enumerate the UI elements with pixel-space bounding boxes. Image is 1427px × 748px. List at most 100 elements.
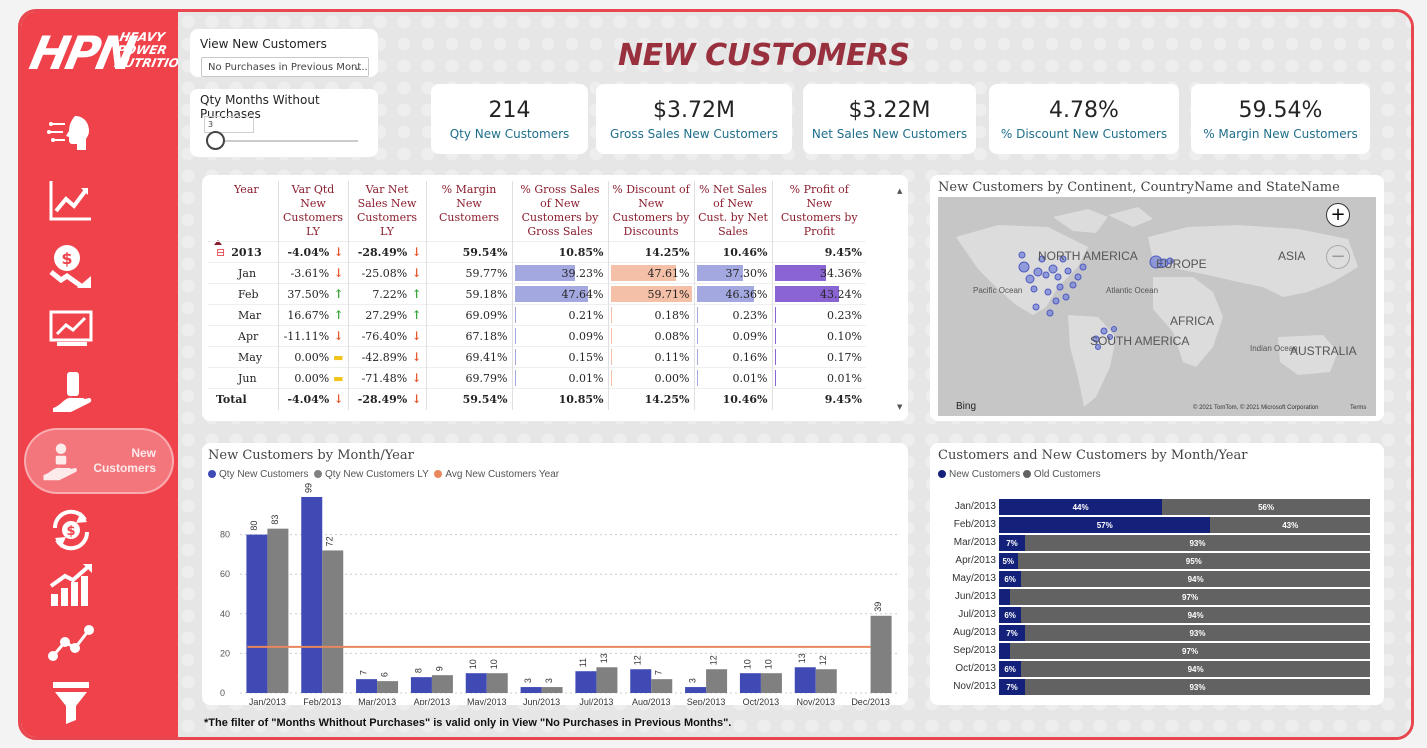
arrow-down-icon: ↓ bbox=[329, 266, 344, 280]
matrix-row[interactable]: Jun 0.00% ▬ -71.48% ↓ 69.79% 0.01% 0.00% 0.01%… bbox=[208, 367, 866, 389]
nav-growth-icon[interactable] bbox=[29, 560, 169, 612]
nav-new-customers-label: New Customers bbox=[93, 446, 156, 475]
stacked-bar[interactable]: 57% 43% bbox=[999, 517, 1370, 533]
stacked-bar[interactable]: 6% 94% bbox=[999, 571, 1370, 587]
nav-products-icon[interactable] bbox=[29, 366, 169, 418]
matrix-row[interactable]: Mar 16.67% ↑ 27.29% ↑ 69.09% 0.21% 0.18% 0.23%… bbox=[208, 304, 866, 326]
bar[interactable] bbox=[794, 667, 816, 693]
bar-segment-new[interactable]: 7% bbox=[999, 679, 1025, 695]
bar-segment-old[interactable]: 93% bbox=[1024, 625, 1370, 641]
bar-segment-old[interactable]: 94% bbox=[1021, 571, 1370, 587]
bar[interactable] bbox=[630, 669, 652, 693]
matrix-header[interactable]: % Discount of New Customers by Discounts bbox=[607, 181, 694, 242]
matrix-header[interactable]: % Margin New Customers bbox=[425, 181, 512, 242]
matrix-cell-value: 59.54% bbox=[462, 392, 508, 406]
bar[interactable] bbox=[465, 673, 487, 693]
y-tick-label: Jul/2013 bbox=[958, 609, 996, 620]
stacked-bar[interactable]: 7% 93% bbox=[999, 625, 1370, 641]
bar-segment-new[interactable] bbox=[999, 643, 1011, 659]
bar-segment-old[interactable]: 94% bbox=[1021, 607, 1370, 623]
bar-segment-old[interactable]: 97% bbox=[1010, 643, 1370, 659]
matrix-cell-value: 10.46% bbox=[722, 245, 768, 259]
qty-slider-track[interactable] bbox=[214, 140, 358, 142]
stacked-bar[interactable]: 7% 93% bbox=[999, 535, 1370, 551]
bar-segment-old[interactable]: 43% bbox=[1210, 517, 1370, 533]
matrix-row[interactable]: ⊟ 2013 -4.04% ↓ -28.49% ↓ 59.54% 10.85% 14.25%… bbox=[208, 241, 866, 263]
data-label: 10 bbox=[468, 659, 478, 669]
bar[interactable] bbox=[870, 615, 892, 693]
bar-segment-new[interactable]: 57% bbox=[999, 517, 1211, 533]
qty-months-input[interactable]: 3 bbox=[204, 116, 254, 133]
bar-segment-new[interactable]: 6% bbox=[999, 661, 1022, 677]
matrix-scrollbar[interactable]: ▲ ▼ bbox=[897, 187, 902, 411]
bar[interactable] bbox=[815, 669, 837, 693]
bar[interactable] bbox=[322, 550, 344, 693]
world-map[interactable]: NORTH AMERICA EUROPE ASIA AFRICA SOUTH A… bbox=[938, 197, 1376, 416]
bar[interactable] bbox=[486, 673, 508, 693]
matrix-header[interactable]: % Net Sales of New Cust. by Net Sales bbox=[693, 181, 772, 242]
zoom-in-button[interactable]: + bbox=[1326, 203, 1350, 227]
matrix-row[interactable]: Feb 37.50% ↑ 7.22% ↑ 59.18% 47.64% 59.71% 46.3… bbox=[208, 283, 866, 305]
bar[interactable] bbox=[760, 673, 782, 693]
matrix-header[interactable]: Var Net Sales New Customers LY bbox=[347, 181, 426, 242]
stacked-bar[interactable]: 6% 94% bbox=[999, 661, 1370, 677]
stacked-bar[interactable]: 97% bbox=[999, 589, 1370, 605]
matrix-row[interactable]: Jan -3.61% ↓ -25.08% ↓ 59.77% 39.23% 47.61% 37… bbox=[208, 262, 866, 284]
matrix-header[interactable]: % Profit of New Customers by Profit bbox=[771, 181, 866, 242]
stacked-bar[interactable]: 97% bbox=[999, 643, 1370, 659]
bar-segment-old[interactable]: 93% bbox=[1024, 679, 1370, 695]
bar[interactable] bbox=[706, 669, 728, 693]
qty-slider-thumb[interactable] bbox=[206, 131, 225, 150]
stacked-bar[interactable]: 6% 94% bbox=[999, 607, 1370, 623]
matrix-row[interactable]: Total -4.04% ↓ -28.49% ↓ 59.54% 10.85% 14.25%… bbox=[208, 388, 866, 410]
matrix-row[interactable]: May 0.00% ▬ -42.89% ↓ 69.41% 0.15% 0.11% 0.16%… bbox=[208, 346, 866, 368]
stacked-bar[interactable]: 44% 56% bbox=[999, 499, 1370, 515]
bar[interactable] bbox=[246, 534, 268, 693]
bar-segment-new[interactable]: 5% bbox=[999, 553, 1018, 569]
bar[interactable] bbox=[651, 679, 673, 693]
svg-text:Indian Ocean: Indian Ocean bbox=[1250, 344, 1298, 353]
nav-trend-icon[interactable] bbox=[29, 173, 169, 225]
bar-segment-new[interactable]: 7% bbox=[999, 535, 1025, 551]
bar[interactable] bbox=[685, 687, 707, 693]
bar-segment-old[interactable]: 94% bbox=[1021, 661, 1370, 677]
matrix-header[interactable]: % Gross Sales of New Customers by Gross … bbox=[511, 181, 608, 242]
bar[interactable] bbox=[377, 681, 399, 693]
stacked-bar[interactable]: 5% 95% bbox=[999, 553, 1370, 569]
bar[interactable] bbox=[267, 528, 289, 693]
matrix-header[interactable]: Year bbox=[208, 181, 278, 242]
bar-segment-new[interactable]: 7% bbox=[999, 625, 1025, 641]
bar[interactable] bbox=[596, 667, 618, 693]
bar[interactable] bbox=[575, 671, 597, 693]
bar-segment-new[interactable] bbox=[999, 589, 1011, 605]
stacked-bar[interactable]: 7% 93% bbox=[999, 679, 1370, 695]
matrix-header[interactable]: Var Qtd New Customers LY bbox=[277, 181, 348, 242]
bar[interactable] bbox=[541, 687, 563, 693]
bar[interactable] bbox=[301, 496, 323, 693]
collapse-icon[interactable]: ⊟ bbox=[216, 246, 225, 259]
nav-ai-icon[interactable] bbox=[29, 108, 169, 160]
bar-segment-new[interactable]: 6% bbox=[999, 607, 1022, 623]
nav-funnel-icon[interactable] bbox=[29, 676, 169, 728]
bar-segment-old[interactable]: 95% bbox=[1017, 553, 1370, 569]
bar-segment-old[interactable]: 93% bbox=[1024, 535, 1370, 551]
nav-refund-icon[interactable]: $ bbox=[29, 504, 169, 556]
data-label: 12 bbox=[633, 655, 643, 665]
zoom-out-button[interactable]: − bbox=[1326, 245, 1350, 269]
nav-new-customers[interactable]: New Customers bbox=[24, 428, 174, 494]
bar[interactable] bbox=[739, 673, 761, 693]
nav-network-icon[interactable] bbox=[29, 616, 169, 668]
bar-segment-new[interactable]: 6% bbox=[999, 571, 1022, 587]
bar[interactable] bbox=[356, 679, 378, 693]
qty-months-slicer: Qty Months Without Purchases 3 bbox=[190, 89, 378, 157]
bar[interactable] bbox=[410, 677, 432, 693]
bar-segment-new[interactable]: 44% bbox=[999, 499, 1163, 515]
bar-segment-old[interactable]: 97% bbox=[1010, 589, 1370, 605]
bar[interactable] bbox=[431, 675, 453, 693]
view-dropdown[interactable]: No Purchases in Previous Mont... ⌄ bbox=[201, 57, 369, 77]
nav-dashboard-icon[interactable] bbox=[29, 302, 169, 354]
bar-segment-old[interactable]: 56% bbox=[1162, 499, 1370, 515]
bar[interactable] bbox=[520, 687, 542, 693]
matrix-row[interactable]: Apr -11.11% ↓ -76.40% ↓ 67.18% 0.09% 0.08% 0.0… bbox=[208, 325, 866, 347]
nav-sales-down-icon[interactable]: $ bbox=[29, 240, 169, 292]
